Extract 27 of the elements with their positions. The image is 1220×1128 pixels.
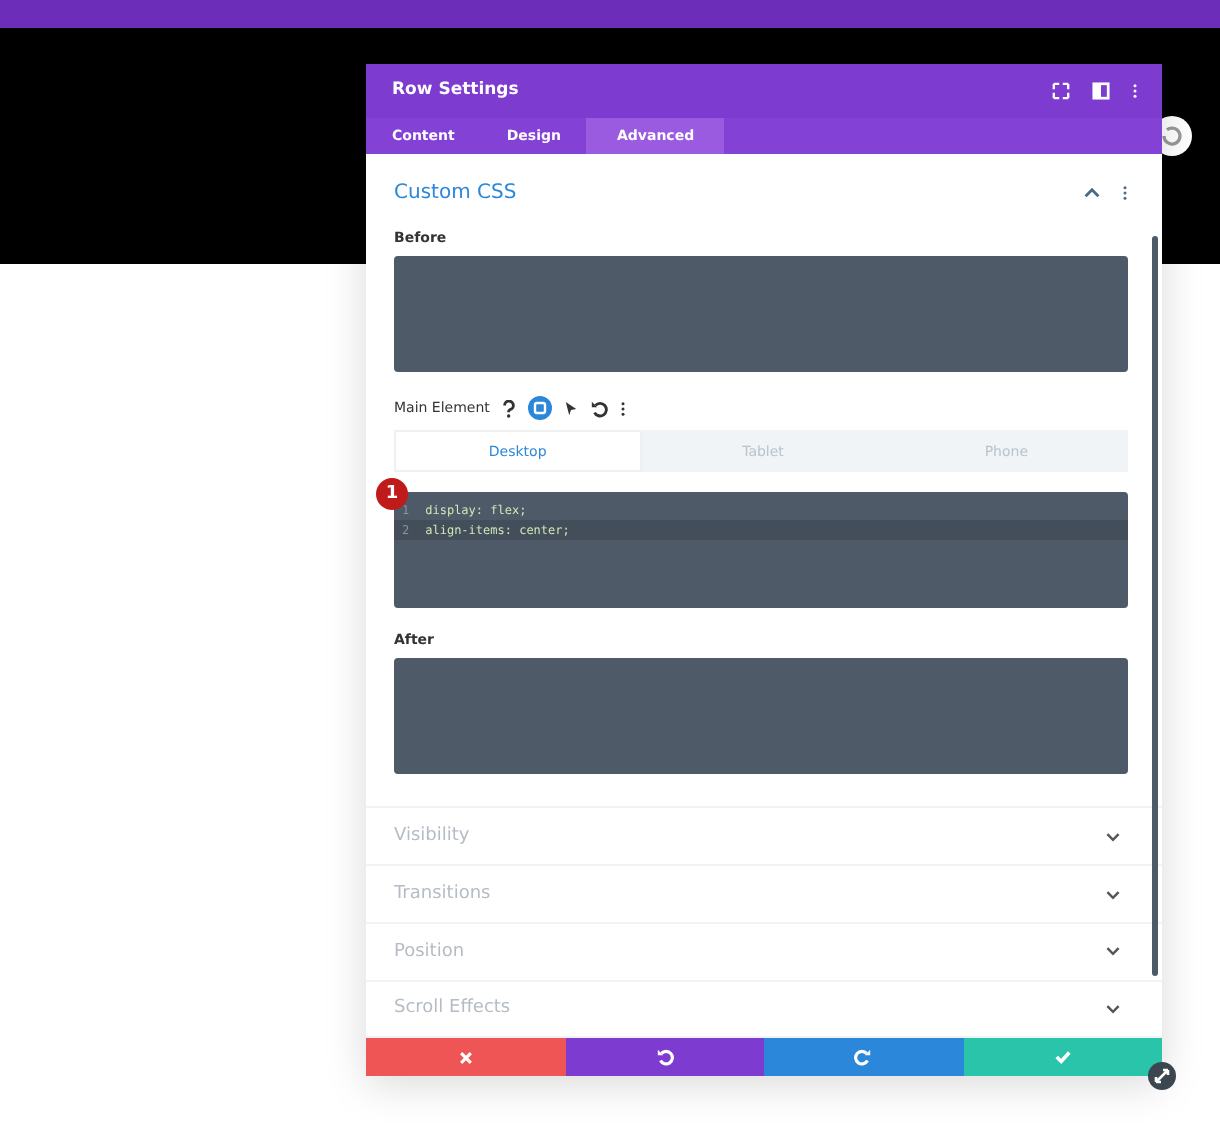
more-icon[interactable] [619, 399, 626, 418]
undo-icon[interactable] [589, 399, 608, 418]
section-title: Transitions [394, 884, 491, 904]
cursor-icon[interactable] [563, 399, 578, 418]
section-title[interactable]: Custom CSS [394, 181, 517, 204]
close-icon [457, 1049, 474, 1066]
check-icon [1053, 1048, 1072, 1067]
sidebar-icon[interactable] [1092, 81, 1110, 100]
section-title: Visibility [394, 826, 470, 847]
resize-icon[interactable] [1148, 1062, 1176, 1090]
more-icon[interactable] [1132, 81, 1138, 100]
help-icon[interactable] [501, 399, 516, 418]
chevron-icon [1106, 946, 1120, 957]
chevron-icon[interactable] [1084, 187, 1100, 198]
chevron-icon [1106, 1003, 1120, 1014]
undo-icon [655, 1048, 674, 1067]
more-icon[interactable] [1122, 183, 1128, 202]
section-title: Scroll Effects [394, 998, 511, 1019]
chevron-icon [1106, 889, 1120, 899]
chevron-icon [1106, 831, 1120, 842]
section-title: Position [394, 941, 465, 962]
redo-icon [854, 1048, 873, 1067]
desktop-icon[interactable] [527, 396, 552, 421]
expand-icon[interactable] [1052, 81, 1070, 100]
scrollbar[interactable] [1152, 236, 1158, 976]
collapsed-section[interactable]: Scroll Effects [366, 979, 1162, 1037]
window-title: Row Settings [392, 80, 519, 101]
